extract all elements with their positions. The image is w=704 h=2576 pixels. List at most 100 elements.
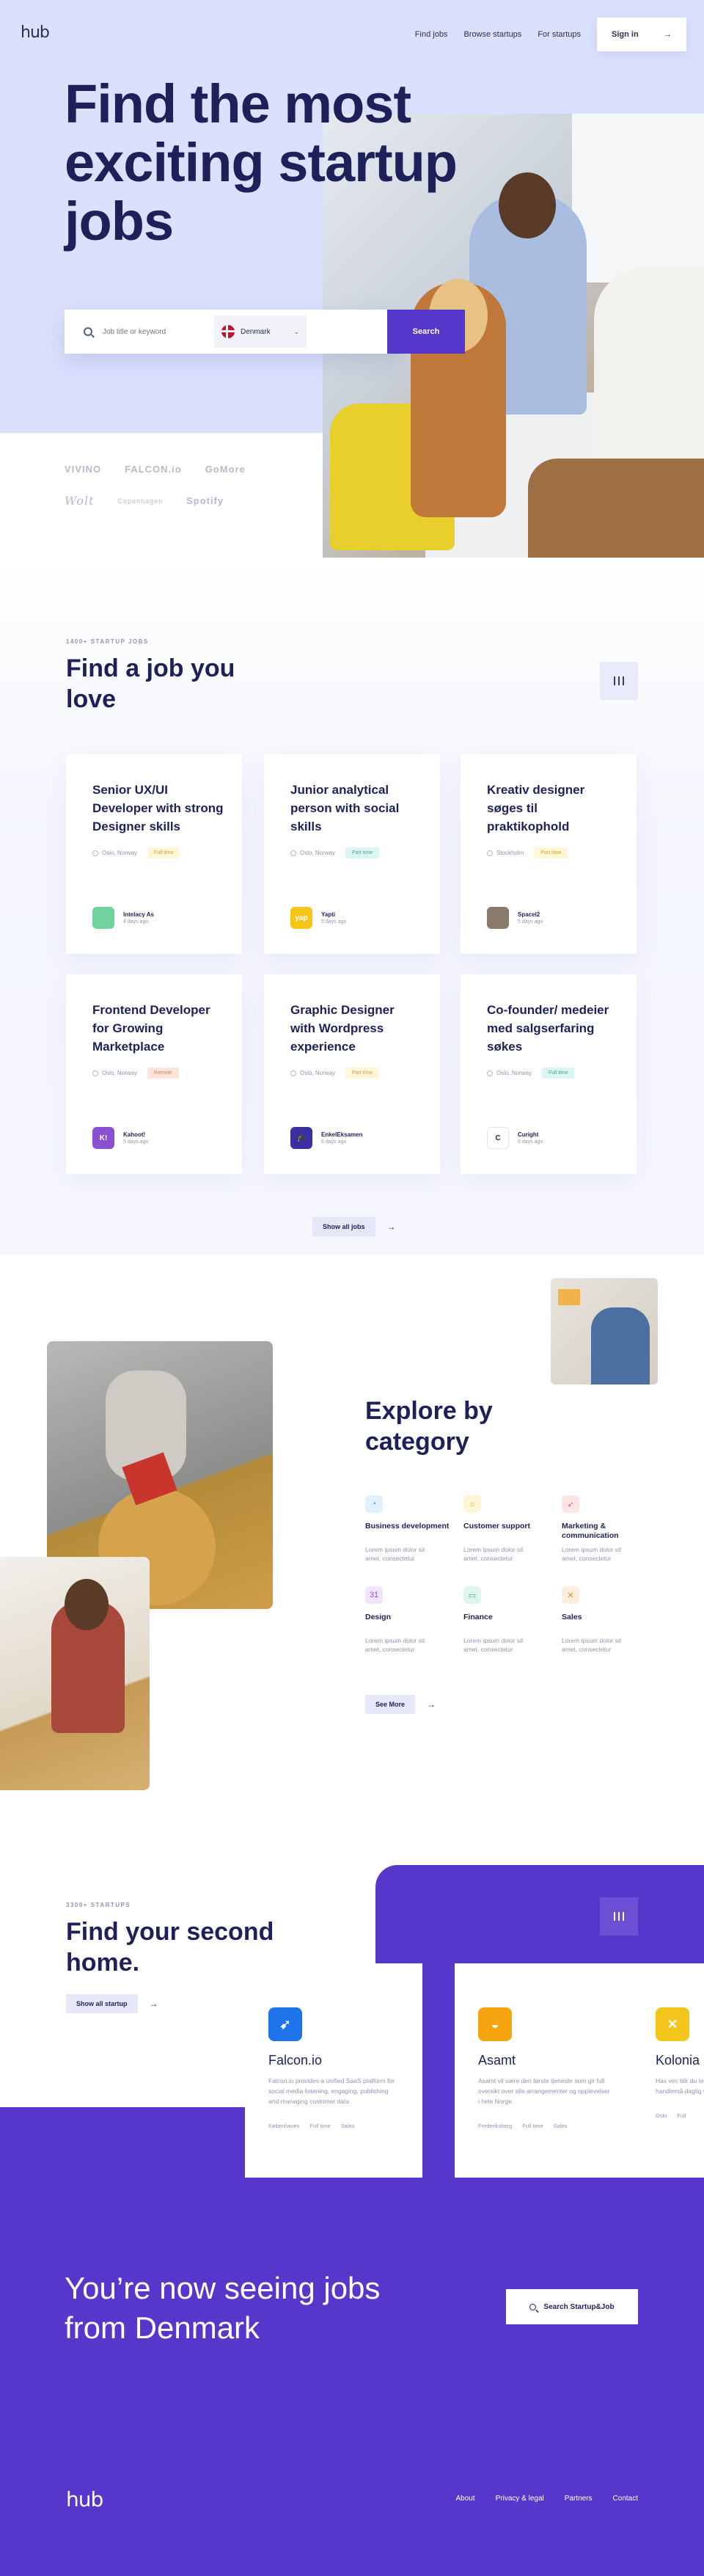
job-title: Senior UX/UI Developer with strong Desig… bbox=[92, 783, 224, 833]
category-item[interactable]: ➶ Marketing & communication Lorem ipsum do… bbox=[562, 1495, 642, 1563]
startup-description: Asamt vil være den første tjeneste som g… bbox=[478, 2077, 610, 2105]
job-card[interactable]: Senior UX/UI Developer with strong Desig… bbox=[66, 754, 242, 954]
job-card[interactable]: Kreativ designer søges til praktikophold… bbox=[461, 754, 637, 954]
startup-card[interactable]: ✕ Kolonia Has vec blir du teknologibaserte… bbox=[632, 1963, 704, 2178]
location-pin-icon bbox=[290, 1070, 296, 1076]
startup-logo: ◒ bbox=[478, 2007, 512, 2041]
company-logo: K! bbox=[92, 1127, 114, 1149]
job-meta: Oslo, Norway Part time bbox=[290, 847, 414, 858]
brand-logos-row-2: Wolt Copenhagen Spotify bbox=[65, 494, 299, 508]
category-description: Lorem ipsum dolor sit amet, consectetur bbox=[463, 1637, 524, 1653]
footer-link-partners[interactable]: Partners bbox=[565, 2495, 593, 2503]
footer-link-about[interactable]: About bbox=[455, 2495, 474, 2503]
see-more-button[interactable]: See More → bbox=[365, 1695, 436, 1714]
brand-logos: VIVINO FALCON.io GoMore Wolt Copenhagen … bbox=[65, 464, 299, 527]
startup-name: Asamt bbox=[478, 2053, 516, 2068]
category-description: Lorem ipsum dolor sit amet, consectetur bbox=[365, 1637, 425, 1653]
chart-icon: ◔ bbox=[365, 1495, 383, 1513]
company-name: Intelacy As bbox=[123, 911, 154, 918]
show-all-startups-label: Show all startup bbox=[66, 1994, 138, 2013]
category-item[interactable]: ▭ Finance Lorem ipsum dolor sit amet, cons… bbox=[463, 1586, 562, 1654]
company-info: 🎓 EnkelEksamen 6 days ago bbox=[290, 1127, 362, 1149]
nav-find-jobs[interactable]: Find jobs bbox=[415, 30, 448, 39]
country-select[interactable]: Denmark ⌄ bbox=[214, 315, 307, 348]
footer-link-privacy[interactable]: Privacy & legal bbox=[496, 2495, 544, 2503]
startup-meta: Sales bbox=[553, 2123, 568, 2129]
chevron-down-icon: ⌄ bbox=[293, 327, 299, 335]
job-card[interactable]: Graphic Designer with Wordpress experien… bbox=[264, 974, 440, 1174]
startup-meta-row: Oslo Full bbox=[656, 2112, 704, 2119]
startup-meta: Frederiksberg bbox=[478, 2123, 513, 2129]
job-location: Oslo, Norway bbox=[290, 1070, 335, 1076]
job-meta: Oslo, Norway Full time bbox=[92, 847, 216, 858]
job-meta: Oslo, Norway Remote bbox=[92, 1068, 216, 1079]
job-type-badge: Full time bbox=[147, 847, 180, 858]
job-location-label: Oslo, Norway bbox=[300, 850, 336, 856]
arrow-right-icon: → bbox=[149, 1999, 158, 2009]
category-name: Design bbox=[365, 1613, 392, 1621]
posted-time: 6 days ago bbox=[321, 1139, 347, 1145]
company-name: Yapti bbox=[321, 911, 336, 918]
arrow-right-icon: → bbox=[427, 1699, 436, 1710]
startup-meta-row: Frederiksberg Full time Sales bbox=[478, 2123, 609, 2129]
logo[interactable]: hub bbox=[21, 23, 50, 42]
category-item[interactable]: ◔ Business development Lorem ipsum dolor s… bbox=[365, 1495, 463, 1563]
job-card[interactable]: Co-founder/ medeier med salgserfaring sø… bbox=[461, 974, 637, 1174]
posted-time: 4 days ago bbox=[123, 919, 149, 924]
arrow-right-icon: → bbox=[386, 1222, 396, 1232]
show-all-startups-button[interactable]: Show all startup → bbox=[66, 1994, 158, 2013]
sign-in-button[interactable]: Sign in → bbox=[597, 18, 686, 51]
denmark-flag-icon bbox=[221, 325, 235, 338]
category-grid: ◔ Business development Lorem ipsum dolor s… bbox=[365, 1495, 644, 1654]
job-meta: Stockholm Part time bbox=[487, 847, 610, 858]
job-card[interactable]: Junior analytical person with social ski… bbox=[264, 754, 440, 954]
startups-filter-button[interactable] bbox=[600, 1897, 638, 1935]
category-photo-man bbox=[591, 1307, 650, 1384]
search-icon bbox=[529, 2303, 537, 2310]
search-startup-job-button[interactable]: Search Startup&Job bbox=[506, 2289, 638, 2324]
search-icon bbox=[84, 327, 92, 336]
calendar-icon: 31 bbox=[365, 1586, 383, 1604]
category-photo-woman-notebook bbox=[0, 1557, 150, 1790]
nav-browse-startups[interactable]: Browse startups bbox=[463, 30, 521, 39]
category-name: Customer support bbox=[463, 1522, 531, 1530]
startup-card[interactable]: ➹ Falcon.io Falcon.io provides a unified S… bbox=[245, 1963, 422, 2178]
category-item[interactable]: 31 Design Lorem ipsum dolor sit amet, cons… bbox=[365, 1586, 463, 1654]
startup-meta: Full time bbox=[522, 2123, 543, 2129]
job-card[interactable]: Frontend Developer for Growing Marketpla… bbox=[66, 974, 242, 1174]
job-search-input[interactable] bbox=[103, 327, 213, 336]
category-title: Explore by category bbox=[365, 1397, 493, 1456]
location-pin-icon bbox=[487, 850, 493, 856]
posted-time: 6 days ago bbox=[518, 1139, 543, 1145]
filter-icon bbox=[614, 1912, 624, 1921]
company-info: Spacel2 5 days ago bbox=[487, 907, 543, 929]
category-description: Lorem ipsum dolor sit amet, consectetur bbox=[365, 1546, 425, 1562]
job-type-badge: Full time bbox=[542, 1068, 575, 1079]
startup-name: Falcon.io bbox=[268, 2053, 323, 2068]
show-all-jobs-label: Show all jobs bbox=[312, 1217, 375, 1236]
jobs-filter-button[interactable] bbox=[600, 662, 638, 700]
brand-logo-falcon: FALCON.io bbox=[125, 464, 182, 475]
rocket-icon: ➶ bbox=[562, 1495, 579, 1513]
jobs-eyebrow: 1400+ STARTUP JOBS bbox=[66, 638, 149, 645]
brand-logo-vivino: VIVINO bbox=[65, 464, 102, 475]
startup-meta: Københaven bbox=[268, 2123, 300, 2129]
company-name: Curight bbox=[518, 1131, 539, 1138]
search-button[interactable]: Search bbox=[387, 310, 465, 354]
job-title: Junior analytical person with social ski… bbox=[290, 783, 400, 833]
startup-card[interactable]: ◒ Asamt Asamt vil være den første tjeneste… bbox=[455, 1963, 632, 2178]
startup-meta: Oslo bbox=[656, 2112, 667, 2119]
footer-logo[interactable]: hub bbox=[66, 2487, 103, 2511]
brand-logo-copenhagen: Copenhagen bbox=[117, 497, 164, 505]
startup-logo: ✕ bbox=[656, 2007, 689, 2041]
startup-description: Has vec blir du teknologibaserte beste h… bbox=[656, 2077, 704, 2095]
show-all-jobs-button[interactable]: Show all jobs → bbox=[312, 1216, 396, 1237]
nav-for-startups[interactable]: For startups bbox=[538, 30, 581, 39]
location-pin-icon bbox=[92, 1070, 98, 1076]
footer-link-contact[interactable]: Contact bbox=[613, 2495, 638, 2503]
category-item[interactable]: ☼ Customer support Lorem ipsum dolor sit a… bbox=[463, 1495, 562, 1563]
job-title: Co-founder/ medeier med salgserfaring sø… bbox=[487, 1003, 609, 1054]
category-item[interactable]: ✕ Sales Lorem ipsum dolor sit amet, consec… bbox=[562, 1586, 642, 1654]
category-name: Sales bbox=[562, 1613, 582, 1621]
job-location-label: Oslo, Norway bbox=[496, 1070, 532, 1076]
